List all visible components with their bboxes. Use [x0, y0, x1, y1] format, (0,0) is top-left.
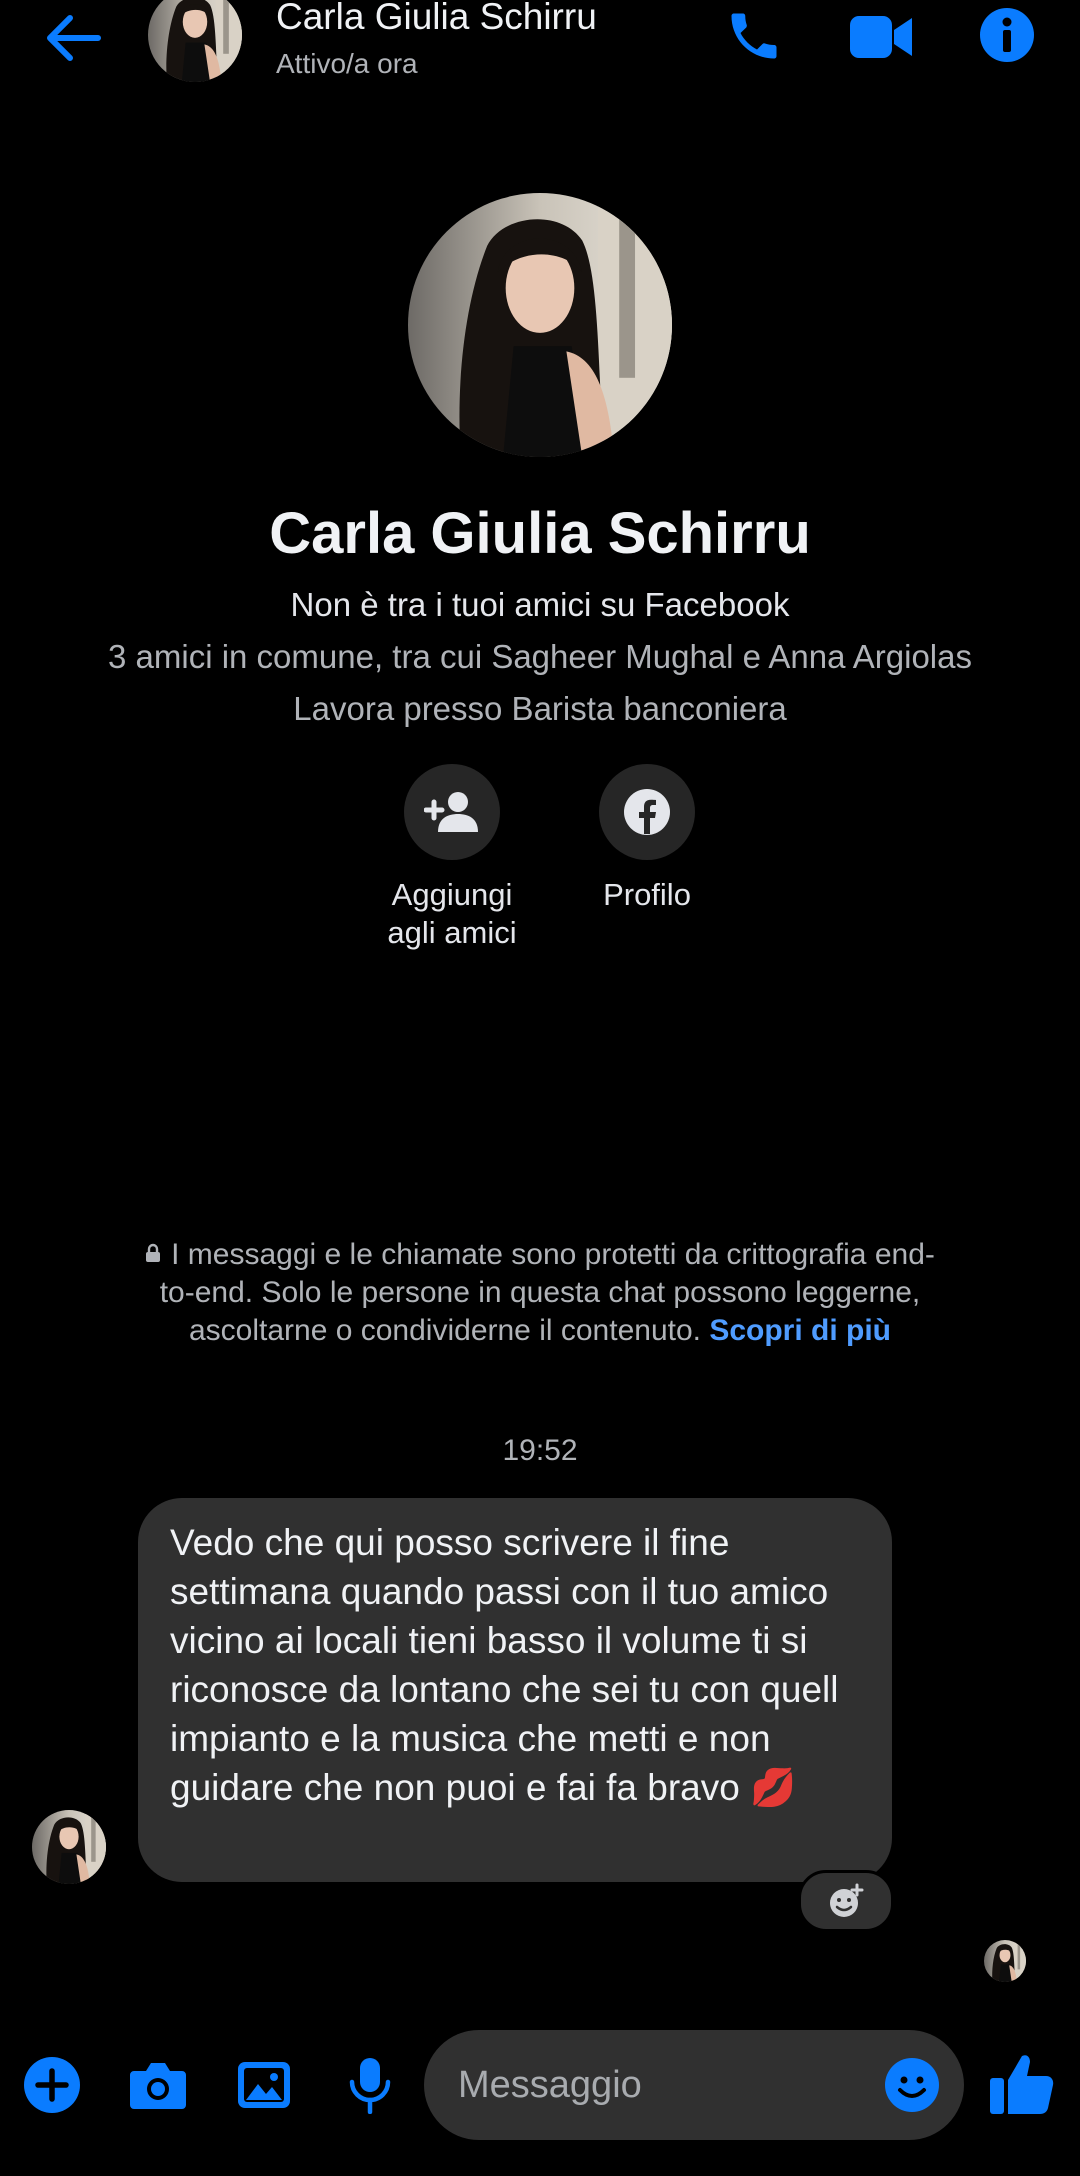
message-composer[interactable] — [424, 2030, 964, 2140]
info-icon[interactable] — [978, 6, 1036, 64]
profile-name: Carla Giulia Schirru — [269, 501, 811, 566]
camera-icon[interactable] — [128, 2055, 188, 2115]
microphone-icon[interactable] — [340, 2055, 400, 2115]
profile-avatar[interactable] — [408, 193, 672, 457]
message-input[interactable] — [456, 2062, 840, 2108]
phone-icon[interactable] — [724, 6, 784, 66]
mutual-friends-text: 3 amici in comune, tra cui Sagheer Mugha… — [108, 638, 972, 675]
lock-icon — [145, 1243, 161, 1263]
sender-avatar[interactable] — [32, 1810, 106, 1884]
facebook-icon — [623, 788, 671, 836]
seen-receipt-avatar — [984, 1940, 1026, 1982]
add-friend-button[interactable] — [404, 764, 500, 860]
emoji-icon[interactable] — [884, 2057, 940, 2113]
add-reaction-button[interactable] — [798, 1870, 894, 1932]
header-status: Attivo/a ora — [276, 48, 418, 79]
add-friend-icon — [424, 790, 480, 834]
not-friends-text: Non è tra i tuoi amici su Facebook — [290, 586, 790, 623]
header-contact-name[interactable]: Carla Giulia Schirru — [276, 0, 597, 38]
back-arrow-icon[interactable] — [40, 8, 106, 68]
message-timestamp: 19:52 — [502, 1434, 578, 1467]
plus-icon[interactable] — [22, 2055, 82, 2115]
message-bubble[interactable]: Vedo che qui posso scrivere il fine sett… — [138, 1498, 892, 1882]
learn-more-link[interactable]: Scopri di più — [709, 1314, 891, 1347]
header-avatar[interactable] — [148, 0, 242, 82]
encryption-notice: I messaggi e le chiamate sono protetti d… — [140, 1236, 940, 1350]
add-friend-label: Aggiungi agli amici — [387, 877, 517, 950]
facebook-profile-button[interactable] — [599, 764, 695, 860]
thumbs-up-icon[interactable] — [986, 2050, 1056, 2120]
gallery-icon[interactable] — [234, 2055, 294, 2115]
video-camera-icon[interactable] — [848, 10, 914, 64]
message-text: Vedo che qui posso scrivere il fine sett… — [170, 1522, 839, 1808]
work-text: Lavora presso Barista banconiera — [293, 690, 787, 727]
profile-label: Profilo — [603, 877, 691, 912]
add-reaction-icon — [827, 1882, 865, 1920]
